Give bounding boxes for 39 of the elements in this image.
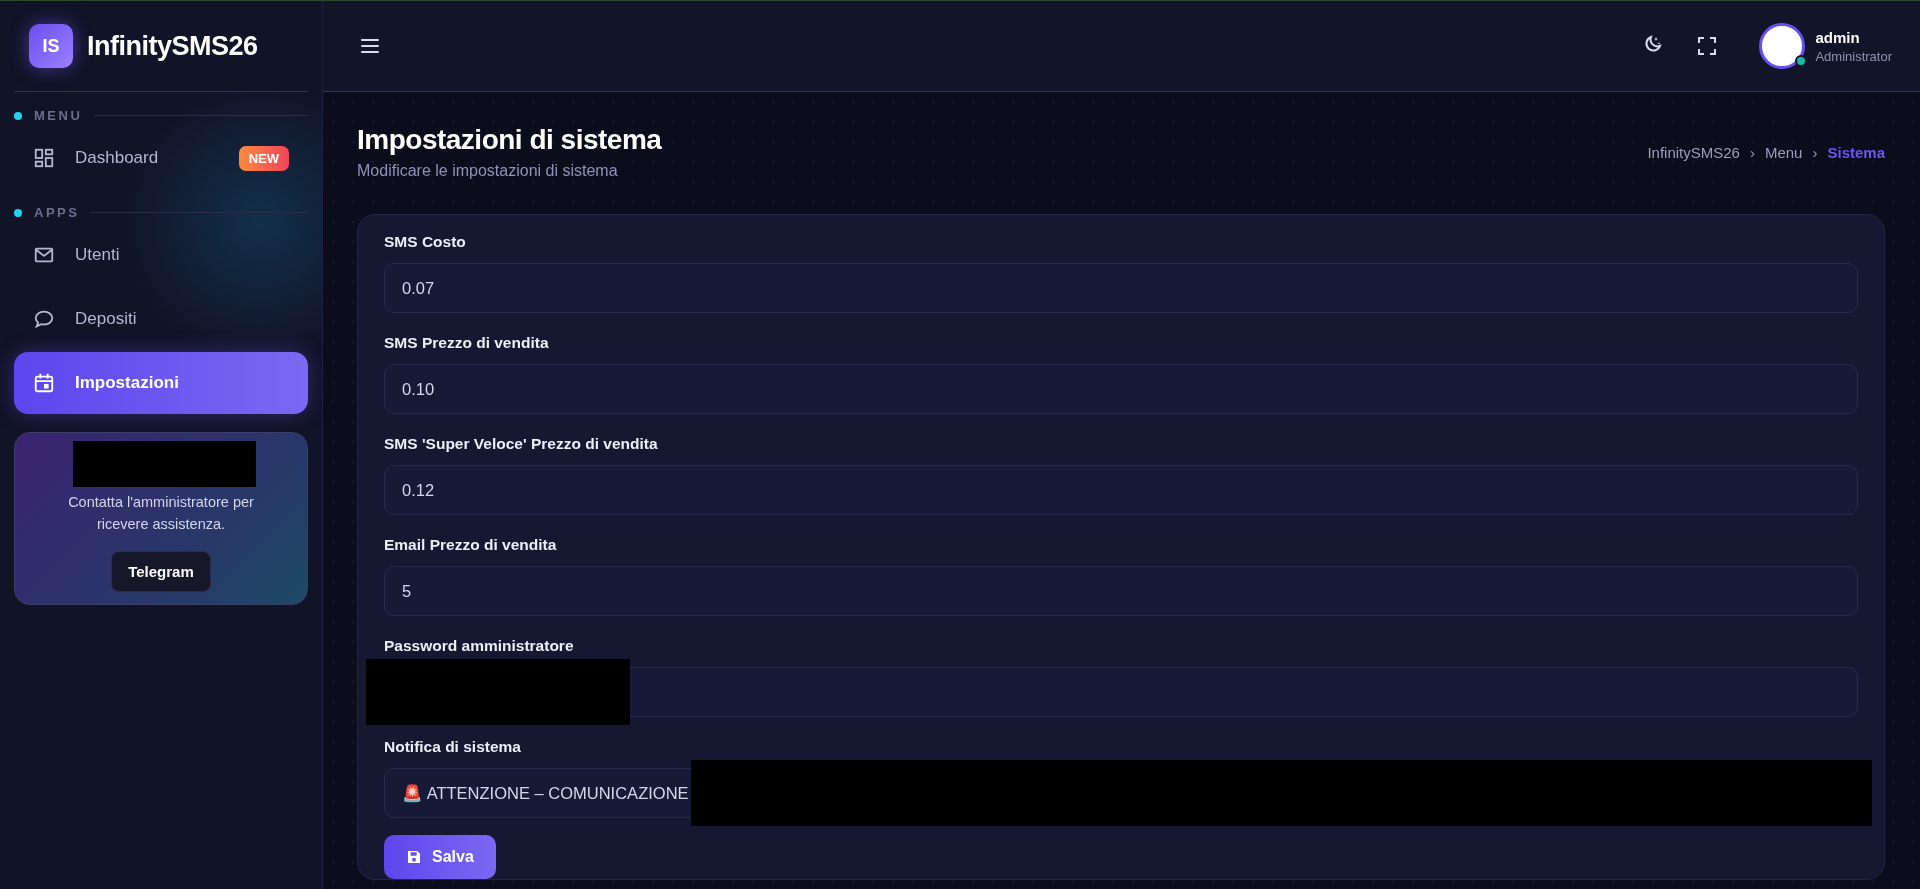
breadcrumb-link[interactable]: Menu (1764, 144, 1803, 161)
chevron-separator: › (1749, 144, 1755, 161)
avatar[interactable] (1759, 23, 1806, 69)
calendar-icon (33, 372, 55, 394)
bullet-dot (14, 208, 22, 217)
field-label: SMS 'Super Veloce' Prezzo di vendita (384, 435, 659, 453)
input-field[interactable] (630, 667, 1858, 717)
field-label: Notifica di sistema (384, 738, 522, 756)
breadcrumb-link[interactable]: InfinitySMS26 (1647, 144, 1740, 161)
input-field[interactable]: 🚨 ATTENZIONE – COMUNICAZIONE (384, 768, 691, 818)
input-field[interactable]: 0.07 (384, 263, 1858, 313)
field-label: SMS Costo (384, 233, 467, 251)
field-label: SMS Prezzo di vendita (384, 334, 550, 352)
logo-badge: IS (29, 24, 73, 68)
brand-name: InfinitySMS26 (87, 30, 258, 62)
input-field[interactable]: 5 (384, 566, 1858, 616)
nav-item[interactable]: Dashboard NEW (14, 127, 308, 189)
telegram-button[interactable]: Telegram (111, 551, 211, 592)
field-label: Email Prezzo di vendita (384, 536, 558, 554)
field-label: Password amministratore (384, 637, 575, 655)
save-button[interactable]: Salva (384, 835, 496, 879)
page-subtitle: Modificare le impostazioni di sistema (357, 162, 619, 180)
nav-item[interactable]: Depositi (14, 288, 308, 350)
help-text: Contatta l'amministratore per ricevere assistenza. (67, 493, 255, 534)
nav-item[interactable]: Impostazioni (14, 352, 308, 414)
bullet-dot (14, 111, 22, 120)
breadcrumb-link[interactable]: Sistema (1827, 144, 1885, 161)
nav-item[interactable]: Utenti (14, 224, 308, 286)
input-field[interactable]: 0.12 (384, 465, 1858, 515)
input-field[interactable]: 0.10 (384, 364, 1858, 414)
section-heading: APPS (34, 205, 80, 220)
grid-icon (33, 147, 55, 169)
user-name: admin (1815, 28, 1861, 46)
page-title: Impostazioni di sistema (357, 124, 662, 156)
speech-bubble-icon (33, 308, 55, 330)
new-badge: NEW (238, 145, 289, 171)
chevron-separator: › (1812, 144, 1818, 161)
user-role: Administrator (1815, 48, 1892, 64)
section-heading: MENU (34, 108, 83, 123)
